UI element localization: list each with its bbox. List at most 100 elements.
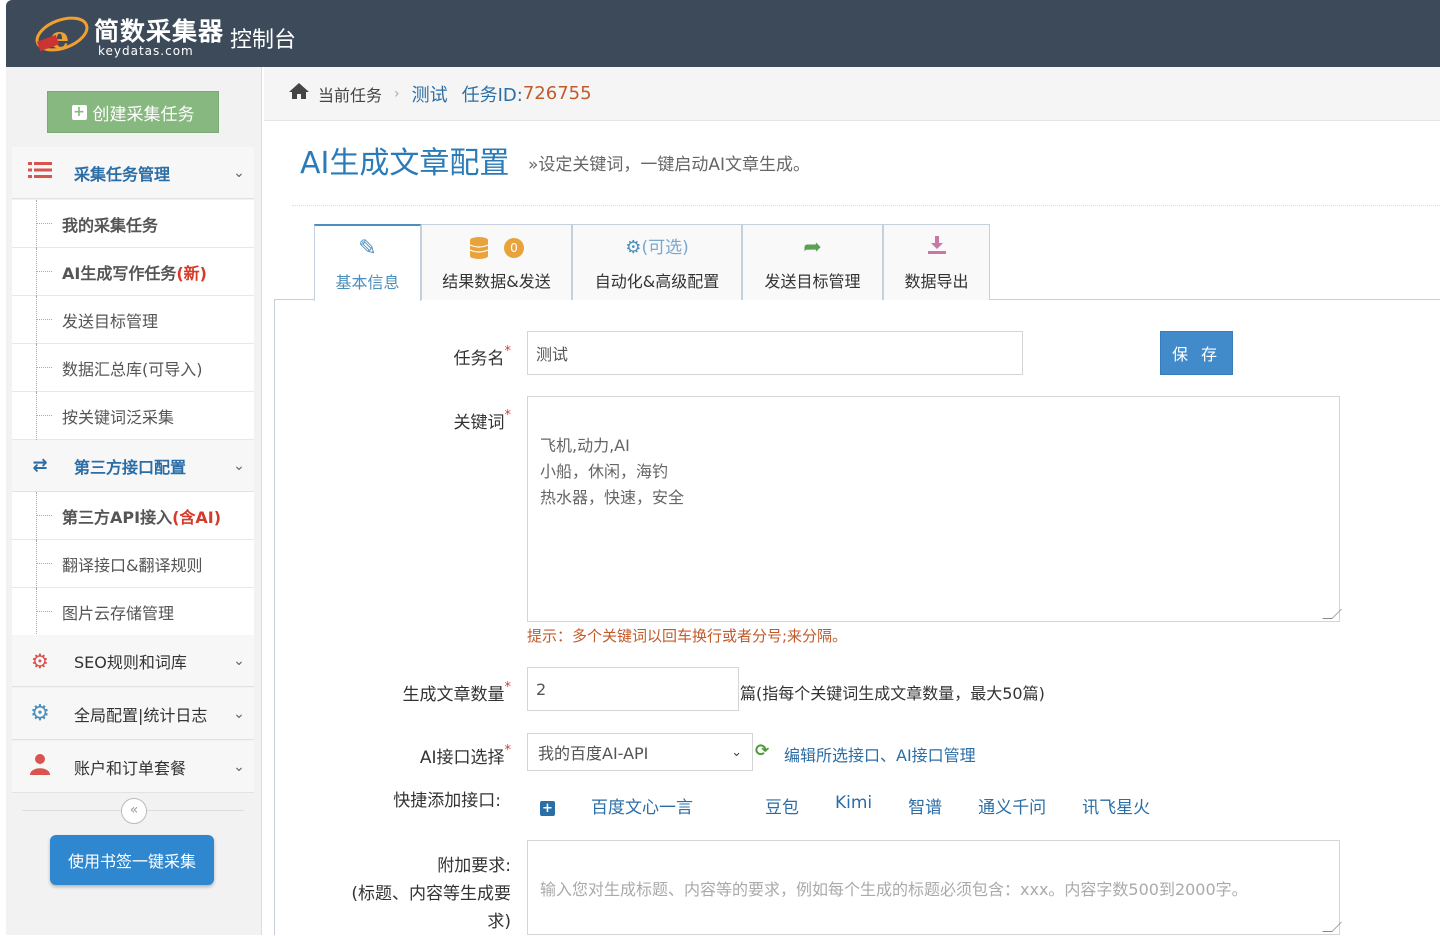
breadcrumb-id-label: 任务ID: [461,84,523,106]
sidebar-group-seo[interactable]: ⚙ SEO规则和词库 ⌄ [12,635,254,687]
api-select[interactable]: 我的百度AI-API ⌄ [527,733,753,771]
tab-data-export[interactable]: 数据导出 [883,224,990,300]
sidebar-item-data-library[interactable]: 数据汇总库(可导入) [12,344,254,392]
sidebar-group-task-mgmt[interactable]: 采集任务管理 ⌄ [12,147,254,199]
ai-badge: (含AI) [172,507,222,527]
extra-requirements-placeholder: 输入您对生成标题、内容等的要求，例如每个生成的标题必须包含：xxx。内容字数50… [540,880,1248,899]
brand-domain: keydatas.com [98,44,194,58]
quick-add-xunfei[interactable]: 讯飞星火 [1082,793,1150,818]
chevron-down-icon: ⌄ [233,652,245,669]
sidebar-item-image-cloud[interactable]: 图片云存储管理 [12,588,254,636]
exchange-icon: ⇄ [32,455,48,476]
tab-label: 数据导出 [904,271,969,291]
tab-results-send[interactable]: 0 结果数据&发送 [421,224,572,300]
share-icon: ➦ [803,234,822,260]
bookmark-collect-button[interactable]: 使用书签一键采集 [50,835,214,885]
quick-add-options: + 百度文心一言 豆包 Kimi 智谱 通义千问 讯飞星火 [540,793,1186,818]
keywords-value: 飞机,动力,AI 小船，休闲，海钓 热水器，快速，安全 [540,436,685,507]
app-frame: e 简数采集器 keydatas.com 控制台 + 创建采集任务 采集任务管理… [6,0,1440,935]
sidebar-group-third-party[interactable]: ⇄ 第三方接口配置 ⌄ [12,440,254,492]
breadcrumb-task-name[interactable]: 测试 [412,81,448,107]
sidebar: + 创建采集任务 采集任务管理 ⌄ 我的采集任务 AI生成写作任务(新) 发送目… [6,67,262,935]
title-divider [292,205,1440,206]
page-title: AI生成文章配置 [300,146,510,181]
resize-handle-icon[interactable] [1322,922,1342,932]
sidebar-group-label: 全局配置|统计日志 [74,705,208,725]
sidebar-item-label: 数据汇总库(可导入) [62,359,203,379]
article-count-input[interactable]: 2 [527,667,739,711]
article-count-label: 生成文章数量* [402,680,512,705]
sidebar-item-my-tasks[interactable]: 我的采集任务 [12,200,254,248]
resize-handle-icon[interactable] [1322,609,1342,619]
quick-add-tongyi[interactable]: 通义千问 [978,793,1046,818]
console-title[interactable]: 控制台 [230,22,296,54]
save-button[interactable]: 保 存 [1160,331,1233,375]
tab-label: 自动化&高级配置 [594,271,720,291]
quick-add-doubao[interactable]: 豆包 [765,793,799,818]
sidebar-item-keyword-collect[interactable]: 按关键词泛采集 [12,392,254,440]
sidebar-item-label: 第三方API接入 [62,507,173,527]
plus-square-icon: + [540,801,555,816]
sidebar-group-global[interactable]: ⚙ 全局配置|统计日志 ⌄ [12,688,254,740]
quick-add-zhipu[interactable]: 智谱 [908,793,942,818]
tab-basic-info[interactable]: ✎ 基本信息 [314,224,421,301]
collapse-sidebar-icon[interactable]: « [121,798,147,824]
sidebar-item-label: 我的采集任务 [62,215,159,235]
sidebar-item-send-targets[interactable]: 发送目标管理 [12,296,254,344]
page-subtitle: »设定关键词，一键启动AI文章生成。 [528,155,811,175]
sidebar-item-label: 图片云存储管理 [62,603,175,623]
sidebar-item-label: AI生成写作任务 [62,263,177,283]
optional-tag: (可选) [641,237,689,258]
quick-add-kimi[interactable]: Kimi [835,793,872,818]
breadcrumb: 当前任务 › 测试 任务ID: 726755 [264,67,1440,121]
database-icon [469,236,489,259]
cogs-icon: ⚙ [625,236,642,258]
api-select-label: AI接口选择* [419,743,511,768]
keywords-hint: 提示：多个关键词以回车换行或者分号;来分隔。 [527,627,848,645]
sidebar-group-label: 账户和订单套餐 [74,758,187,778]
result-count-badge: 0 [504,237,524,258]
keywords-label: 关键词* [453,408,512,433]
list-icon [26,161,54,184]
chevron-down-icon: ⌄ [233,705,245,722]
tab-send-targets[interactable]: ➦ 发送目标管理 [742,224,883,300]
sidebar-item-ai-writing[interactable]: AI生成写作任务(新) [12,248,254,296]
tab-label: 结果数据&发送 [442,271,551,291]
chevron-down-icon: ⌄ [233,164,245,181]
keywords-textarea[interactable]: 飞机,动力,AI 小船，休闲，海钓 热水器，快速，安全 [527,396,1342,622]
plus-square-icon: + [71,103,87,120]
sidebar-item-label: 按关键词泛采集 [62,407,175,427]
api-management-links[interactable]: 编辑所选接口、AI接口管理 [784,742,976,766]
quick-add-baidu[interactable]: + 百度文心一言 [540,793,729,818]
sidebar-item-translate[interactable]: 翻译接口&翻译规则 [12,540,254,588]
sidebar-item-api-access[interactable]: 第三方API接入(含AI) [12,492,254,540]
article-count-suffix: 篇(指每个关键词生成文章数量，最大50篇) [740,684,1045,703]
api-selected-value: 我的百度AI-API [538,744,649,763]
user-icon [26,753,54,780]
create-task-button[interactable]: + 创建采集任务 [47,91,219,133]
sidebar-group-label: 第三方接口配置 [74,457,187,477]
download-icon [926,234,948,262]
extra-requirements-textarea[interactable]: 输入您对生成标题、内容等的要求，例如每个生成的标题必须包含：xxx。内容字数50… [527,840,1342,935]
breadcrumb-current-task: 当前任务 [318,85,383,105]
refresh-icon[interactable]: ⟳ [755,741,769,761]
breadcrumb-separator-icon: › [394,85,400,102]
gear-icon: ⚙ [30,701,50,726]
tab-automation[interactable]: ⚙(可选) 自动化&高级配置 [572,224,742,300]
create-task-label: 创建采集任务 [92,104,195,125]
tab-bar: ✎ 基本信息 0 结果数据&发送 ⚙(可选) 自动化&高级配置 ➦ 发送目标管理… [274,224,1440,301]
sidebar-item-label: 翻译接口&翻译规则 [62,555,203,575]
cogs-icon: ⚙ [31,648,49,673]
edit-icon: ✎ [358,235,377,261]
brand-name: 简数采集器 [94,17,225,46]
home-icon[interactable] [288,82,310,105]
top-bar: e 简数采集器 keydatas.com 控制台 [6,0,1440,67]
task-name-label: 任务名* [453,344,512,369]
extra-requirements-label: 附加要求: (标题、内容等生成要 求) [351,856,511,932]
sidebar-group-account[interactable]: 账户和订单套餐 ⌄ [12,741,254,793]
task-name-input[interactable]: 测试 [527,331,1023,375]
breadcrumb-task-id: 726755 [522,83,592,104]
logo-icon: e [35,16,89,56]
quick-add-label: 快捷添加接口: [393,791,501,811]
chevron-down-icon: ⌄ [731,744,742,760]
